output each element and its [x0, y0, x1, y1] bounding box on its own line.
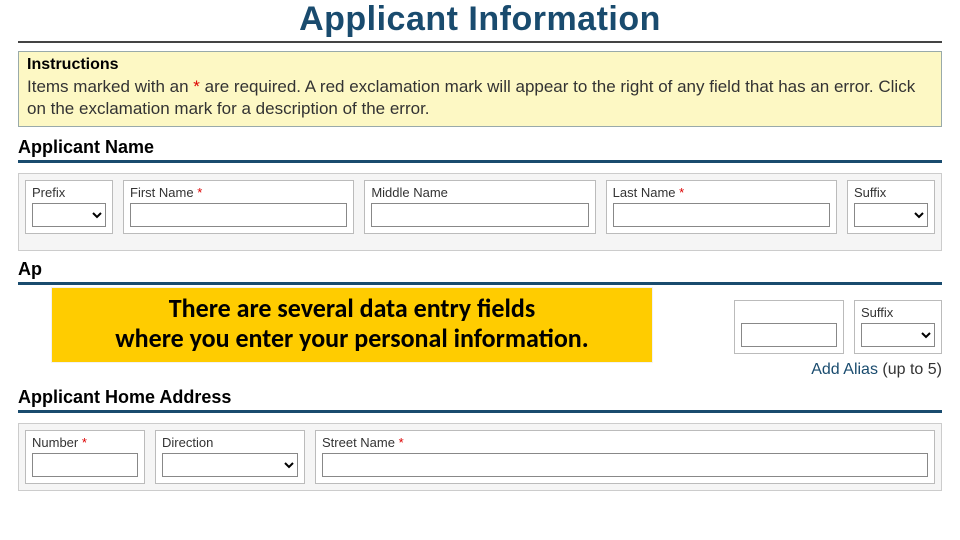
label-suffix: Suffix	[854, 185, 928, 200]
alias-row-partial: Suffix	[734, 300, 942, 354]
section-heading-name: Applicant Name	[18, 137, 942, 163]
field-direction: Direction	[155, 430, 305, 484]
input-last-name[interactable]	[613, 203, 830, 227]
label-street-name-text: Street Name	[322, 435, 395, 450]
callout-overlay: There are several data entry fields wher…	[52, 288, 652, 362]
label-middle-name: Middle Name	[371, 185, 588, 200]
name-field-row: Prefix First Name * Middle Name Last Nam…	[18, 173, 942, 251]
field-prefix: Prefix	[25, 180, 113, 234]
label-first-name-text: First Name	[130, 185, 194, 200]
callout-line2: where you enter your personal informatio…	[70, 324, 634, 354]
required-asterisk: *	[193, 77, 200, 96]
callout-line1: There are several data entry fields	[70, 294, 634, 324]
req-marker: *	[399, 435, 404, 450]
field-alias-stub	[734, 300, 844, 354]
add-alias-link[interactable]: Add Alias	[811, 361, 878, 378]
select-suffix[interactable]	[854, 203, 928, 227]
field-first-name: First Name *	[123, 180, 354, 234]
field-last-name: Last Name *	[606, 180, 837, 234]
section-heading-alias-stub: Ap	[18, 259, 942, 285]
label-alias-stub	[741, 305, 837, 320]
page-title: Applicant Information	[18, 0, 942, 43]
input-number[interactable]	[32, 453, 138, 477]
instructions-box: Instructions Items marked with an * are …	[18, 51, 942, 127]
req-marker: *	[82, 435, 87, 450]
field-number: Number *	[25, 430, 145, 484]
req-marker: *	[197, 185, 202, 200]
field-alias-suffix: Suffix	[854, 300, 942, 354]
label-last-name-text: Last Name	[613, 185, 676, 200]
label-number-text: Number	[32, 435, 78, 450]
label-direction: Direction	[162, 435, 298, 450]
add-alias-row: Add Alias (up to 5)	[18, 361, 942, 379]
select-direction[interactable]	[162, 453, 298, 477]
instructions-text: Items marked with an * are required. A r…	[27, 76, 933, 120]
input-first-name[interactable]	[130, 203, 347, 227]
req-marker: *	[679, 185, 684, 200]
select-alias-suffix[interactable]	[861, 323, 935, 347]
label-prefix: Prefix	[32, 185, 106, 200]
input-middle-name[interactable]	[371, 203, 588, 227]
field-suffix: Suffix	[847, 180, 935, 234]
field-street-name: Street Name *	[315, 430, 935, 484]
field-middle-name: Middle Name	[364, 180, 595, 234]
select-prefix[interactable]	[32, 203, 106, 227]
section-heading-address: Applicant Home Address	[18, 387, 942, 413]
input-street-name[interactable]	[322, 453, 928, 477]
label-number: Number *	[32, 435, 138, 450]
label-first-name: First Name *	[130, 185, 347, 200]
input-alias-stub[interactable]	[741, 323, 837, 347]
add-alias-note: (up to 5)	[882, 361, 942, 378]
address-field-row: Number * Direction Street Name *	[18, 423, 942, 491]
instr-text-before: Items marked with an	[27, 77, 193, 96]
instructions-heading: Instructions	[27, 56, 933, 74]
label-last-name: Last Name *	[613, 185, 830, 200]
label-alias-suffix: Suffix	[861, 305, 935, 320]
label-street-name: Street Name *	[322, 435, 928, 450]
